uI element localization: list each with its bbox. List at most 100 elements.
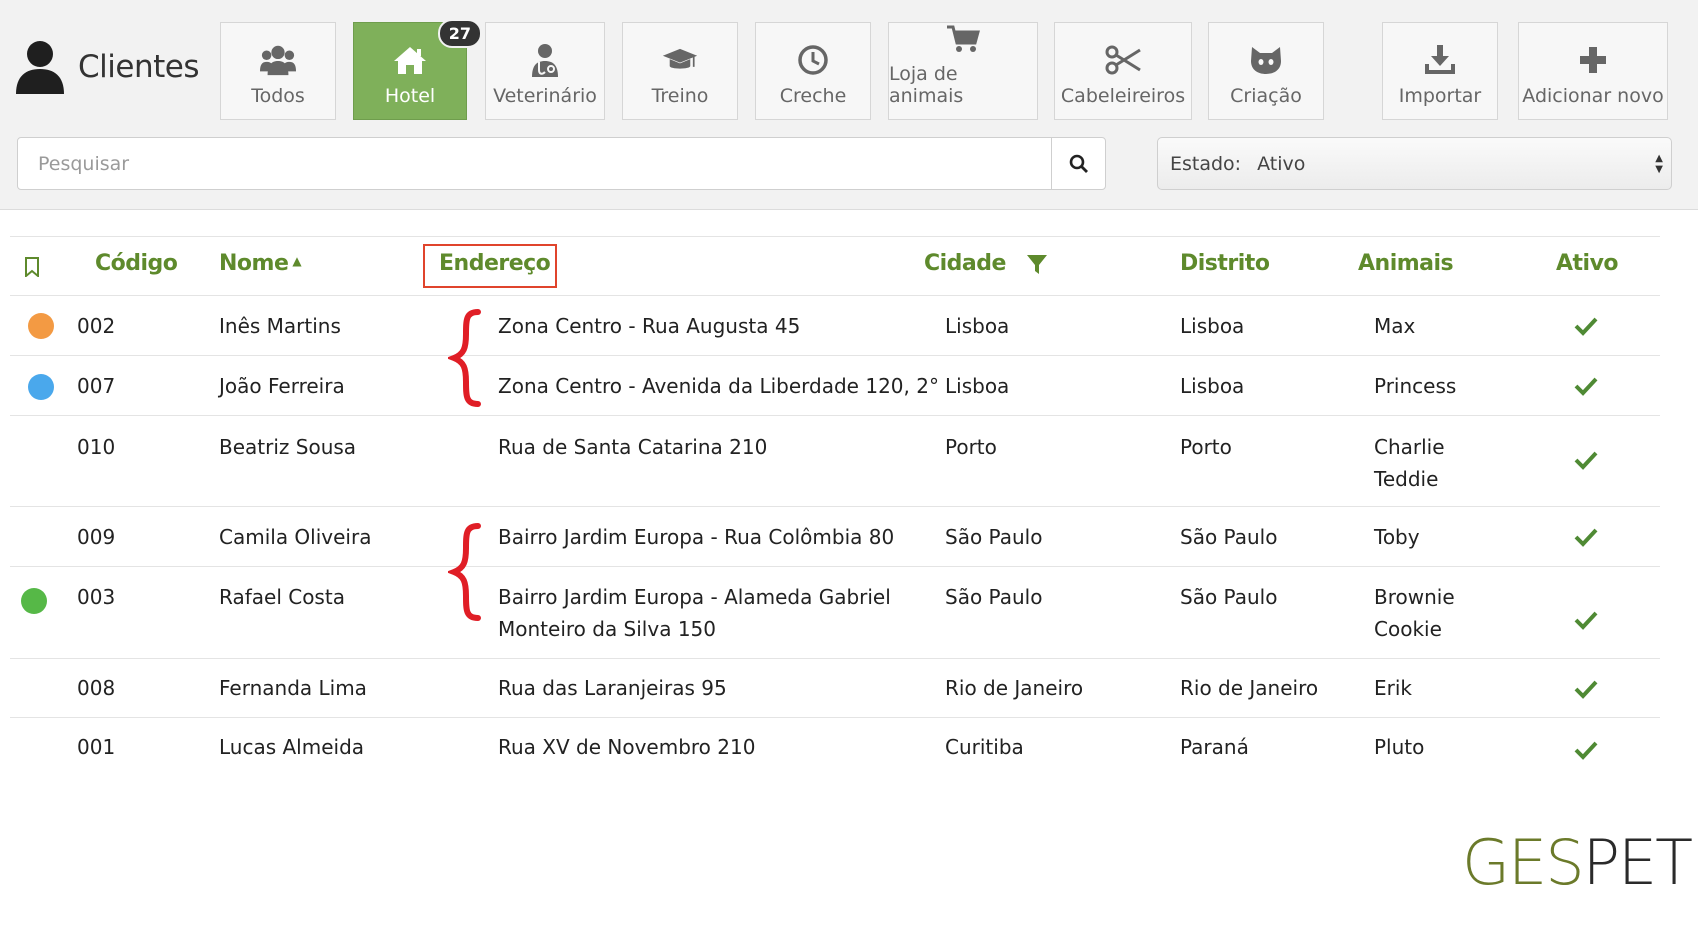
table-row[interactable]: 007 João Ferreira Zona Centro - Avenida …	[10, 356, 1660, 416]
status-dot	[21, 588, 47, 614]
tab-label: Loja de animais	[889, 63, 964, 107]
select-arrows-icon: ▲ ▼	[1655, 153, 1663, 175]
user-icon	[16, 41, 64, 94]
download-icon	[1422, 43, 1458, 77]
cell-code: 008	[77, 676, 116, 700]
cell-code: 007	[77, 374, 116, 398]
check-icon	[1574, 317, 1598, 336]
cell-address: Rua XV de Novembro 210	[498, 735, 756, 759]
tab-label: Treino	[651, 85, 709, 107]
tab-label: Cabeleireiros	[1060, 85, 1186, 107]
tab-badge: 27	[437, 19, 482, 48]
table-row[interactable]: 009 Camila Oliveira Bairro Jardim Europa…	[10, 507, 1660, 567]
cell-city: Lisboa	[945, 314, 1010, 338]
status-filter-label: Estado:	[1170, 152, 1242, 175]
cell-animal: Cookie	[1374, 617, 1442, 641]
table-row[interactable]: 008 Fernanda Lima Rua das Laranjeiras 95…	[10, 659, 1660, 718]
brace-annotation	[448, 523, 481, 621]
check-icon	[1574, 451, 1598, 470]
cell-address: Bairro Jardim Europa - Rua Colômbia 80	[498, 525, 895, 549]
tab-veterinario[interactable]: Veterinário	[485, 22, 605, 120]
check-icon	[1574, 611, 1598, 630]
status-dot	[28, 313, 54, 339]
tab-treino[interactable]: Treino	[622, 22, 738, 120]
search-input[interactable]	[17, 137, 1052, 190]
top-toolbar: Clientes Todos 27 Hotel Veterinário Trei…	[0, 0, 1698, 210]
check-icon	[1574, 680, 1598, 699]
page-title: Clientes	[78, 49, 199, 85]
bookmark-icon[interactable]	[24, 257, 40, 277]
graduation-cap-icon	[662, 43, 698, 77]
sort-ascending-icon: ▲	[292, 254, 302, 268]
column-header-cidade[interactable]: Cidade	[924, 251, 1006, 276]
search-button[interactable]	[1051, 137, 1106, 190]
filter-icon[interactable]	[1026, 253, 1048, 275]
cell-district: Paraná	[1180, 735, 1249, 759]
cell-code: 010	[77, 435, 116, 459]
tab-loja-de-animais[interactable]: Loja de animais	[888, 22, 1038, 120]
tab-label: Hotel	[384, 85, 436, 107]
stethoscope-icon	[527, 43, 563, 77]
cell-code: 001	[77, 735, 116, 759]
tab-todos[interactable]: Todos	[220, 22, 336, 120]
tab-cabeleireiros[interactable]: Cabeleireiros	[1054, 22, 1192, 120]
tab-label: Importar	[1398, 85, 1482, 107]
cell-animal: Charlie	[1374, 435, 1445, 459]
tab-label: Veterinário	[493, 85, 597, 107]
table-row[interactable]: 001 Lucas Almeida Rua XV de Novembro 210…	[10, 718, 1660, 778]
cell-address-line2: Monteiro da Silva 150	[498, 617, 716, 641]
home-icon	[392, 43, 428, 77]
column-header-ativo[interactable]: Ativo	[1556, 251, 1619, 276]
cell-city: São Paulo	[945, 525, 1043, 549]
cart-icon	[945, 23, 981, 55]
cell-district: Lisboa	[1180, 374, 1245, 398]
tab-label: Adicionar novo	[1522, 85, 1664, 107]
add-new-button[interactable]: Adicionar novo	[1518, 22, 1668, 120]
cell-address: Rua de Santa Catarina 210	[498, 435, 768, 459]
cell-animal: Erik	[1374, 676, 1412, 700]
tab-creche[interactable]: Creche	[755, 22, 871, 120]
cell-address: Rua das Laranjeiras 95	[498, 676, 727, 700]
cell-district: Lisboa	[1180, 314, 1245, 338]
cell-animal: Princess	[1374, 374, 1457, 398]
cat-face-icon	[1248, 43, 1284, 77]
plus-icon	[1575, 43, 1611, 77]
cell-name: João Ferreira	[219, 374, 345, 398]
status-dot	[28, 374, 54, 400]
tab-criacao[interactable]: Criação	[1208, 22, 1324, 120]
column-header-animais[interactable]: Animais	[1358, 251, 1454, 276]
column-header-nome[interactable]: Nome ▲	[219, 251, 302, 276]
column-header-distrito[interactable]: Distrito	[1180, 251, 1270, 276]
cell-city: Lisboa	[945, 374, 1010, 398]
cell-code: 003	[77, 585, 116, 609]
status-filter-select[interactable]: Estado: Ativo ▲ ▼	[1157, 137, 1672, 190]
cell-name: Beatriz Sousa	[219, 435, 357, 459]
column-header-label: Nome	[219, 251, 289, 276]
cell-name: Camila Oliveira	[219, 525, 372, 549]
cell-district: Rio de Janeiro	[1180, 676, 1319, 700]
cell-city: Porto	[945, 435, 997, 459]
import-button[interactable]: Importar	[1382, 22, 1498, 120]
logo-part-pet: PET	[1582, 826, 1693, 899]
tab-hotel[interactable]: 27 Hotel	[353, 19, 482, 120]
table-row[interactable]: 010 Beatriz Sousa Rua de Santa Catarina …	[10, 416, 1660, 507]
column-highlight-annotation	[423, 244, 557, 288]
check-icon	[1574, 741, 1598, 760]
table-header: Código Nome ▲ Endereço Cidade Distrito An…	[10, 236, 1660, 296]
cell-animal: Pluto	[1374, 735, 1425, 759]
column-header-codigo[interactable]: Código	[95, 251, 178, 276]
cell-address: Bairro Jardim Europa - Alameda Gabriel	[498, 585, 891, 609]
check-icon	[1574, 528, 1598, 547]
table-row[interactable]: 003 Rafael Costa Bairro Jardim Europa - …	[10, 567, 1660, 659]
status-filter-value: Ativo	[1257, 152, 1306, 175]
cell-name: Inês Martins	[219, 314, 341, 338]
logo-part-ges: GES	[1462, 826, 1585, 899]
table-row[interactable]: 002 Inês Martins Zona Centro - Rua Augus…	[10, 296, 1660, 356]
cell-name: Fernanda Lima	[219, 676, 367, 700]
search-icon	[1069, 154, 1088, 173]
brace-annotation	[448, 309, 481, 407]
cell-animal: Brownie	[1374, 585, 1455, 609]
gespet-logo: GESPET	[1462, 832, 1693, 894]
brand: Clientes	[16, 40, 199, 94]
tab-label: Criação	[1230, 85, 1302, 107]
